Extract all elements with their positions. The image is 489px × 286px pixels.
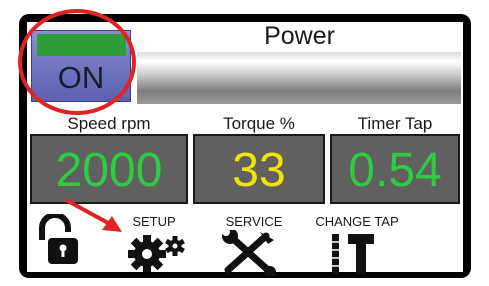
power-status-bar — [137, 52, 461, 104]
timer-display: 0.54 — [330, 134, 460, 204]
speed-display: 2000 — [30, 134, 188, 204]
torque-value: 33 — [232, 144, 286, 197]
timer-label: Timer Tap — [357, 114, 433, 133]
torque-label: Torque % — [223, 114, 295, 133]
change-tap-label: CHANGE TAP — [315, 214, 399, 229]
annotation-circle — [18, 9, 136, 115]
gear-icon — [128, 235, 185, 273]
tap-wrench-icon — [330, 234, 374, 274]
setup-button[interactable] — [125, 232, 191, 273]
wrench-screwdriver-icon — [222, 228, 276, 278]
service-button[interactable] — [220, 228, 278, 278]
power-title: Power — [264, 22, 335, 50]
service-label: SERVICE — [225, 214, 283, 229]
timer-value: 0.54 — [348, 144, 442, 197]
setup-label: SETUP — [132, 214, 176, 229]
change-tap-button[interactable] — [328, 232, 380, 276]
speed-value: 2000 — [55, 144, 163, 197]
speed-label: Speed rpm — [67, 114, 151, 133]
torque-display: 33 — [193, 134, 325, 204]
